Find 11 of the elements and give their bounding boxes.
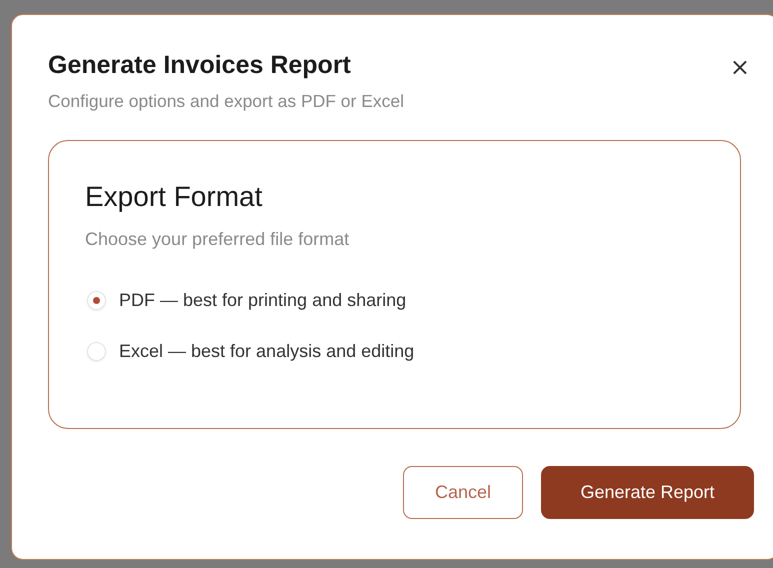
cancel-button[interactable]: Cancel bbox=[403, 466, 523, 519]
generate-button[interactable]: Generate Report bbox=[541, 466, 754, 519]
dialog-subtitle: Configure options and export as PDF or Excel bbox=[48, 91, 404, 112]
radio-button[interactable] bbox=[87, 342, 106, 361]
section-description: Choose your preferred file format bbox=[85, 229, 350, 250]
option-label[interactable]: Excel — best for analysis and editing bbox=[119, 341, 414, 362]
option-label[interactable]: PDF — best for printing and sharing bbox=[119, 290, 406, 311]
section-title: Export Format bbox=[85, 181, 264, 213]
radio-button[interactable] bbox=[87, 291, 106, 310]
close-button[interactable]: × bbox=[726, 55, 754, 79]
dialog-title: Generate Invoices Report bbox=[48, 51, 352, 80]
